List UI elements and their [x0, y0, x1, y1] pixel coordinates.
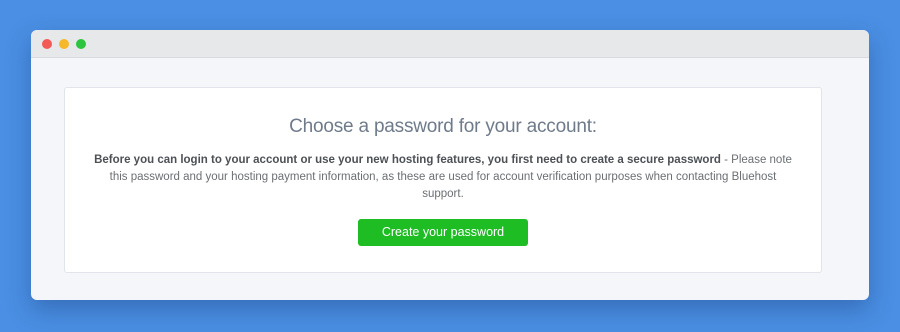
browser-window: Choose a password for your account: Befo… [31, 30, 869, 300]
window-titlebar [31, 30, 869, 58]
page-title: Choose a password for your account: [289, 116, 597, 137]
maximize-window-icon[interactable] [76, 39, 86, 49]
instructions-bold-text: Before you can login to your account or … [94, 154, 721, 166]
minimize-window-icon[interactable] [59, 39, 69, 49]
create-password-button[interactable]: Create your password [358, 219, 528, 246]
close-window-icon[interactable] [42, 39, 52, 49]
instructions-text: Before you can login to your account or … [89, 152, 797, 203]
password-setup-card: Choose a password for your account: Befo… [64, 87, 822, 273]
